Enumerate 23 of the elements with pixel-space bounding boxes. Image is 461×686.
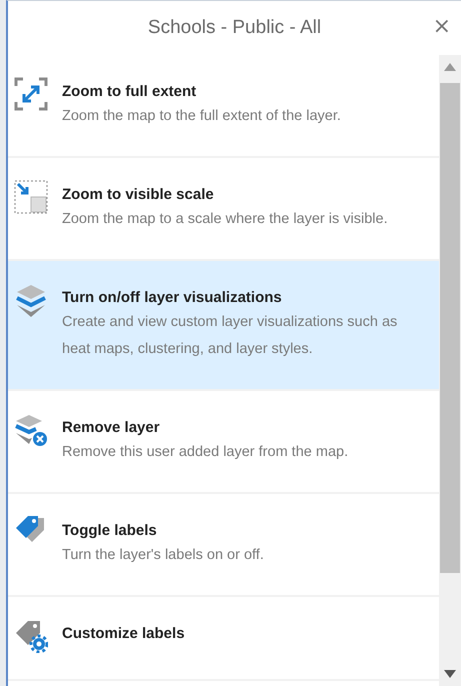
- scrollbar-thumb[interactable]: [440, 83, 460, 573]
- action-description: Turn the layer's labels on or off.: [62, 546, 264, 565]
- scroll-down-icon[interactable]: [444, 670, 456, 678]
- scrollbar[interactable]: [439, 55, 461, 686]
- action-item[interactable]: Turn on/off layer visualizations Create and view custom layer visualizations such as heat maps, clustering, and layer styles.: [8, 261, 439, 391]
- action-title: Customize labels: [62, 624, 185, 644]
- close-button[interactable]: ×: [428, 15, 455, 39]
- remove-layer-icon: [14, 413, 48, 447]
- action-title: Toggle labels: [62, 521, 158, 541]
- zoom-extent-icon: [14, 77, 48, 111]
- action-title: Zoom to full extent: [62, 82, 198, 102]
- action-description: Remove this user added layer from the map.: [62, 443, 348, 462]
- action-title: Remove layer: [62, 418, 161, 438]
- action-title: Turn on/off layer visualizations: [62, 288, 283, 308]
- layers-icon: [14, 283, 48, 317]
- panel-title: Schools - Public - All: [148, 17, 322, 39]
- action-description: Create and view custom layer visualizations such as heat maps, clustering, and layer styles.: [62, 313, 398, 359]
- action-description: Zoom the map to the full extent of the layer.: [62, 107, 341, 126]
- scroll-up-icon[interactable]: [444, 63, 456, 71]
- action-title: Zoom to visible scale: [62, 185, 215, 205]
- action-description: Zoom the map to a scale where the layer is visible.: [62, 210, 388, 229]
- tag-settings-icon: [14, 619, 48, 653]
- zoom-scale-icon: [14, 180, 48, 214]
